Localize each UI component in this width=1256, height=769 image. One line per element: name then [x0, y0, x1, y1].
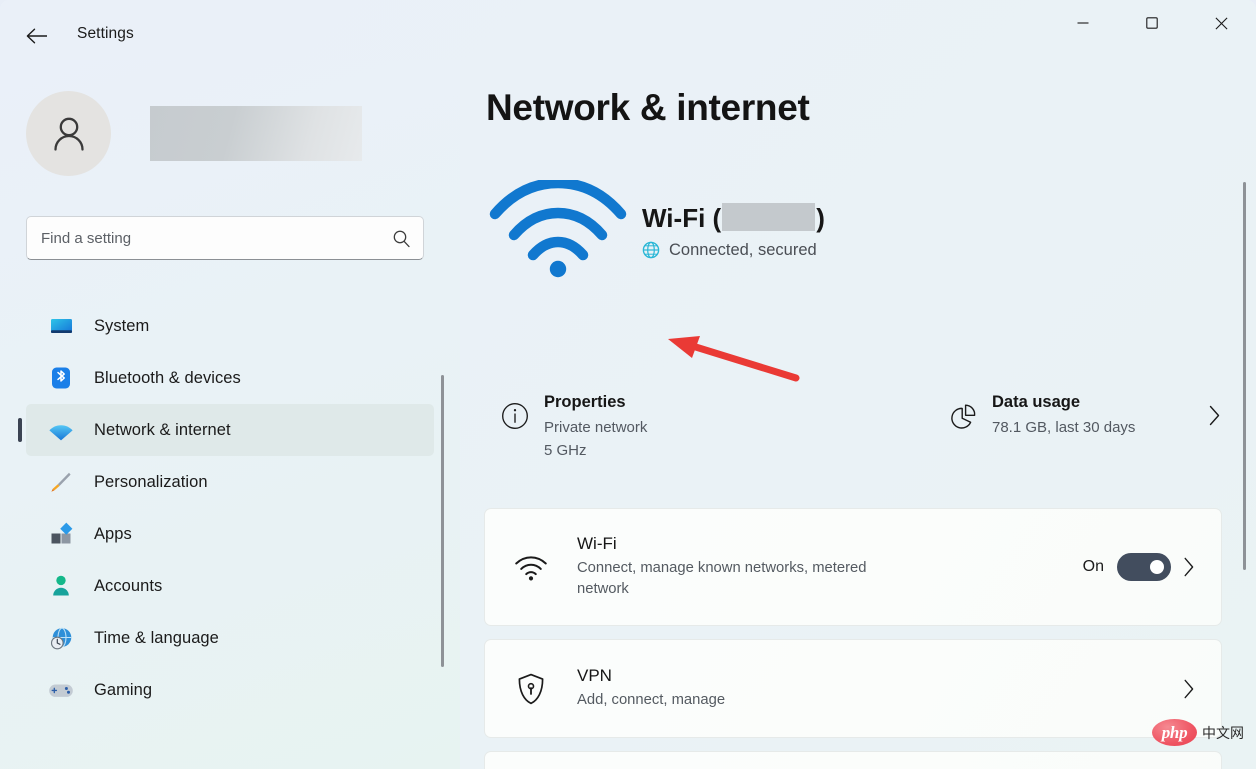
- sidebar: System Bluetooth & devices: [0, 60, 460, 769]
- card-vpn-text: VPN Add, connect, manage: [577, 652, 1171, 725]
- shield-lock-icon: [485, 673, 577, 705]
- properties-text: Properties Private network 5 GHz: [544, 382, 647, 462]
- maximize-button[interactable]: [1129, 0, 1175, 46]
- sidebar-item-label: Bluetooth & devices: [94, 368, 241, 387]
- account-block[interactable]: [26, 91, 362, 176]
- settings-window: Settings Find a setting System Bluetooth…: [0, 0, 1256, 769]
- sidebar-item-label: Gaming: [94, 680, 153, 699]
- sidebar-item-apps[interactable]: Apps: [26, 508, 434, 560]
- paintbrush-icon: [38, 470, 84, 494]
- card-vpn-sub: Add, connect, manage: [577, 691, 726, 708]
- card-wifi-title: Wi-Fi: [577, 533, 617, 553]
- ssid-redacted: [722, 202, 816, 231]
- minimize-button[interactable]: [1060, 0, 1106, 46]
- close-button[interactable]: [1198, 0, 1244, 46]
- info-circle-icon: [486, 382, 544, 430]
- maximize-icon: [1146, 17, 1158, 29]
- search-icon: [379, 229, 423, 248]
- chevron-right-icon[interactable]: [1204, 405, 1224, 426]
- toggle-knob: [1150, 560, 1164, 574]
- sidebar-scrollbar[interactable]: [441, 375, 444, 667]
- properties-link[interactable]: Properties Private network 5 GHz: [486, 382, 806, 462]
- back-arrow-icon: [26, 28, 47, 44]
- app-title: Settings: [77, 25, 134, 42]
- sidebar-item-system[interactable]: System: [26, 300, 434, 352]
- sidebar-item-label: Accounts: [94, 576, 163, 595]
- chevron-right-icon[interactable]: [1171, 557, 1207, 577]
- ssid-prefix: Wi-Fi (: [642, 202, 722, 233]
- sidebar-item-personalization[interactable]: Personalization: [26, 456, 434, 508]
- gamepad-icon: [38, 681, 84, 700]
- properties-sub-2: 5 GHz: [544, 442, 587, 460]
- sidebar-item-gaming[interactable]: Gaming: [26, 664, 434, 716]
- main-scrollbar[interactable]: [1243, 182, 1246, 570]
- sidebar-item-bluetooth-devices[interactable]: Bluetooth & devices: [26, 352, 434, 404]
- sidebar-item-label: Time & language: [94, 628, 219, 647]
- sidebar-item-label: Apps: [94, 524, 132, 543]
- card-vpn-controls: [1171, 679, 1221, 699]
- connection-status-text: Connected, secured: [669, 240, 817, 259]
- globe-icon: [642, 241, 660, 259]
- ssid-line: Wi-Fi ( ): [642, 199, 825, 234]
- wifi-icon: [38, 419, 84, 441]
- data-usage-link[interactable]: Data usage 78.1 GB, last 30 days: [934, 382, 1224, 438]
- search-input[interactable]: [27, 217, 379, 259]
- data-usage-text: Data usage 78.1 GB, last 30 days: [992, 382, 1135, 438]
- card-wifi[interactable]: Wi-Fi Connect, manage known networks, me…: [484, 508, 1222, 626]
- sidebar-item-network-internet[interactable]: Network & internet: [18, 404, 434, 456]
- card-wifi-controls: On: [1083, 553, 1221, 581]
- main-content: Network & internet Wi-Fi ( ) Connected, …: [460, 60, 1256, 769]
- person-icon: [38, 574, 84, 598]
- wifi-toggle-label: On: [1082, 558, 1104, 575]
- wifi-toggle[interactable]: [1117, 553, 1171, 581]
- properties-title: Properties: [544, 393, 626, 411]
- sidebar-item-accounts[interactable]: Accounts: [26, 560, 434, 612]
- network-status-text: Wi-Fi ( ) Connected, secured: [642, 199, 825, 260]
- pie-chart-icon: [934, 382, 992, 432]
- card-wifi-text: Wi-Fi Connect, manage known networks, me…: [577, 520, 1083, 615]
- sidebar-item-label: Personalization: [94, 472, 208, 491]
- title-bar: Settings: [0, 0, 1256, 72]
- account-name-redacted: [150, 106, 362, 161]
- properties-sub-1: Private network: [544, 419, 648, 436]
- sidebar-nav: System Bluetooth & devices Network & int…: [0, 300, 460, 769]
- quick-links-row: Properties Private network 5 GHz Data us…: [484, 382, 1224, 482]
- wifi-signal-icon: [484, 180, 632, 278]
- bluetooth-icon: [38, 366, 84, 390]
- avatar: [26, 91, 111, 176]
- card-hotspot-text: Mobile hotspot Share your internet conne…: [577, 764, 1083, 769]
- search-box[interactable]: [26, 216, 424, 260]
- data-usage-sub: 78.1 GB, last 30 days: [992, 419, 1136, 436]
- sidebar-item-time-language[interactable]: Time & language: [26, 612, 434, 664]
- ssid-suffix: ): [816, 202, 825, 233]
- settings-cards: Wi-Fi Connect, manage known networks, me…: [484, 508, 1224, 769]
- clock-globe-icon: [38, 626, 84, 651]
- card-vpn-title: VPN: [577, 665, 612, 685]
- card-vpn[interactable]: VPN Add, connect, manage: [484, 639, 1222, 738]
- apps-icon: [38, 522, 84, 547]
- data-usage-title: Data usage: [992, 393, 1081, 411]
- network-status-block: Wi-Fi ( ) Connected, secured: [484, 176, 1224, 282]
- card-wifi-sub: Connect, manage known networks, metered …: [577, 559, 867, 597]
- page-title: Network & internet: [486, 87, 810, 128]
- card-mobile-hotspot[interactable]: Mobile hotspot Share your internet conne…: [484, 751, 1222, 769]
- sidebar-item-label: Network & internet: [94, 420, 231, 439]
- connection-status: Connected, secured: [642, 241, 825, 260]
- wifi-icon: [485, 554, 577, 581]
- chevron-right-icon[interactable]: [1171, 679, 1207, 699]
- sidebar-item-label: System: [94, 316, 150, 335]
- monitor-icon: [38, 314, 84, 339]
- person-avatar-icon: [53, 117, 84, 151]
- minimize-icon: [1077, 22, 1089, 24]
- close-icon: [1215, 17, 1227, 29]
- back-button[interactable]: [18, 18, 56, 54]
